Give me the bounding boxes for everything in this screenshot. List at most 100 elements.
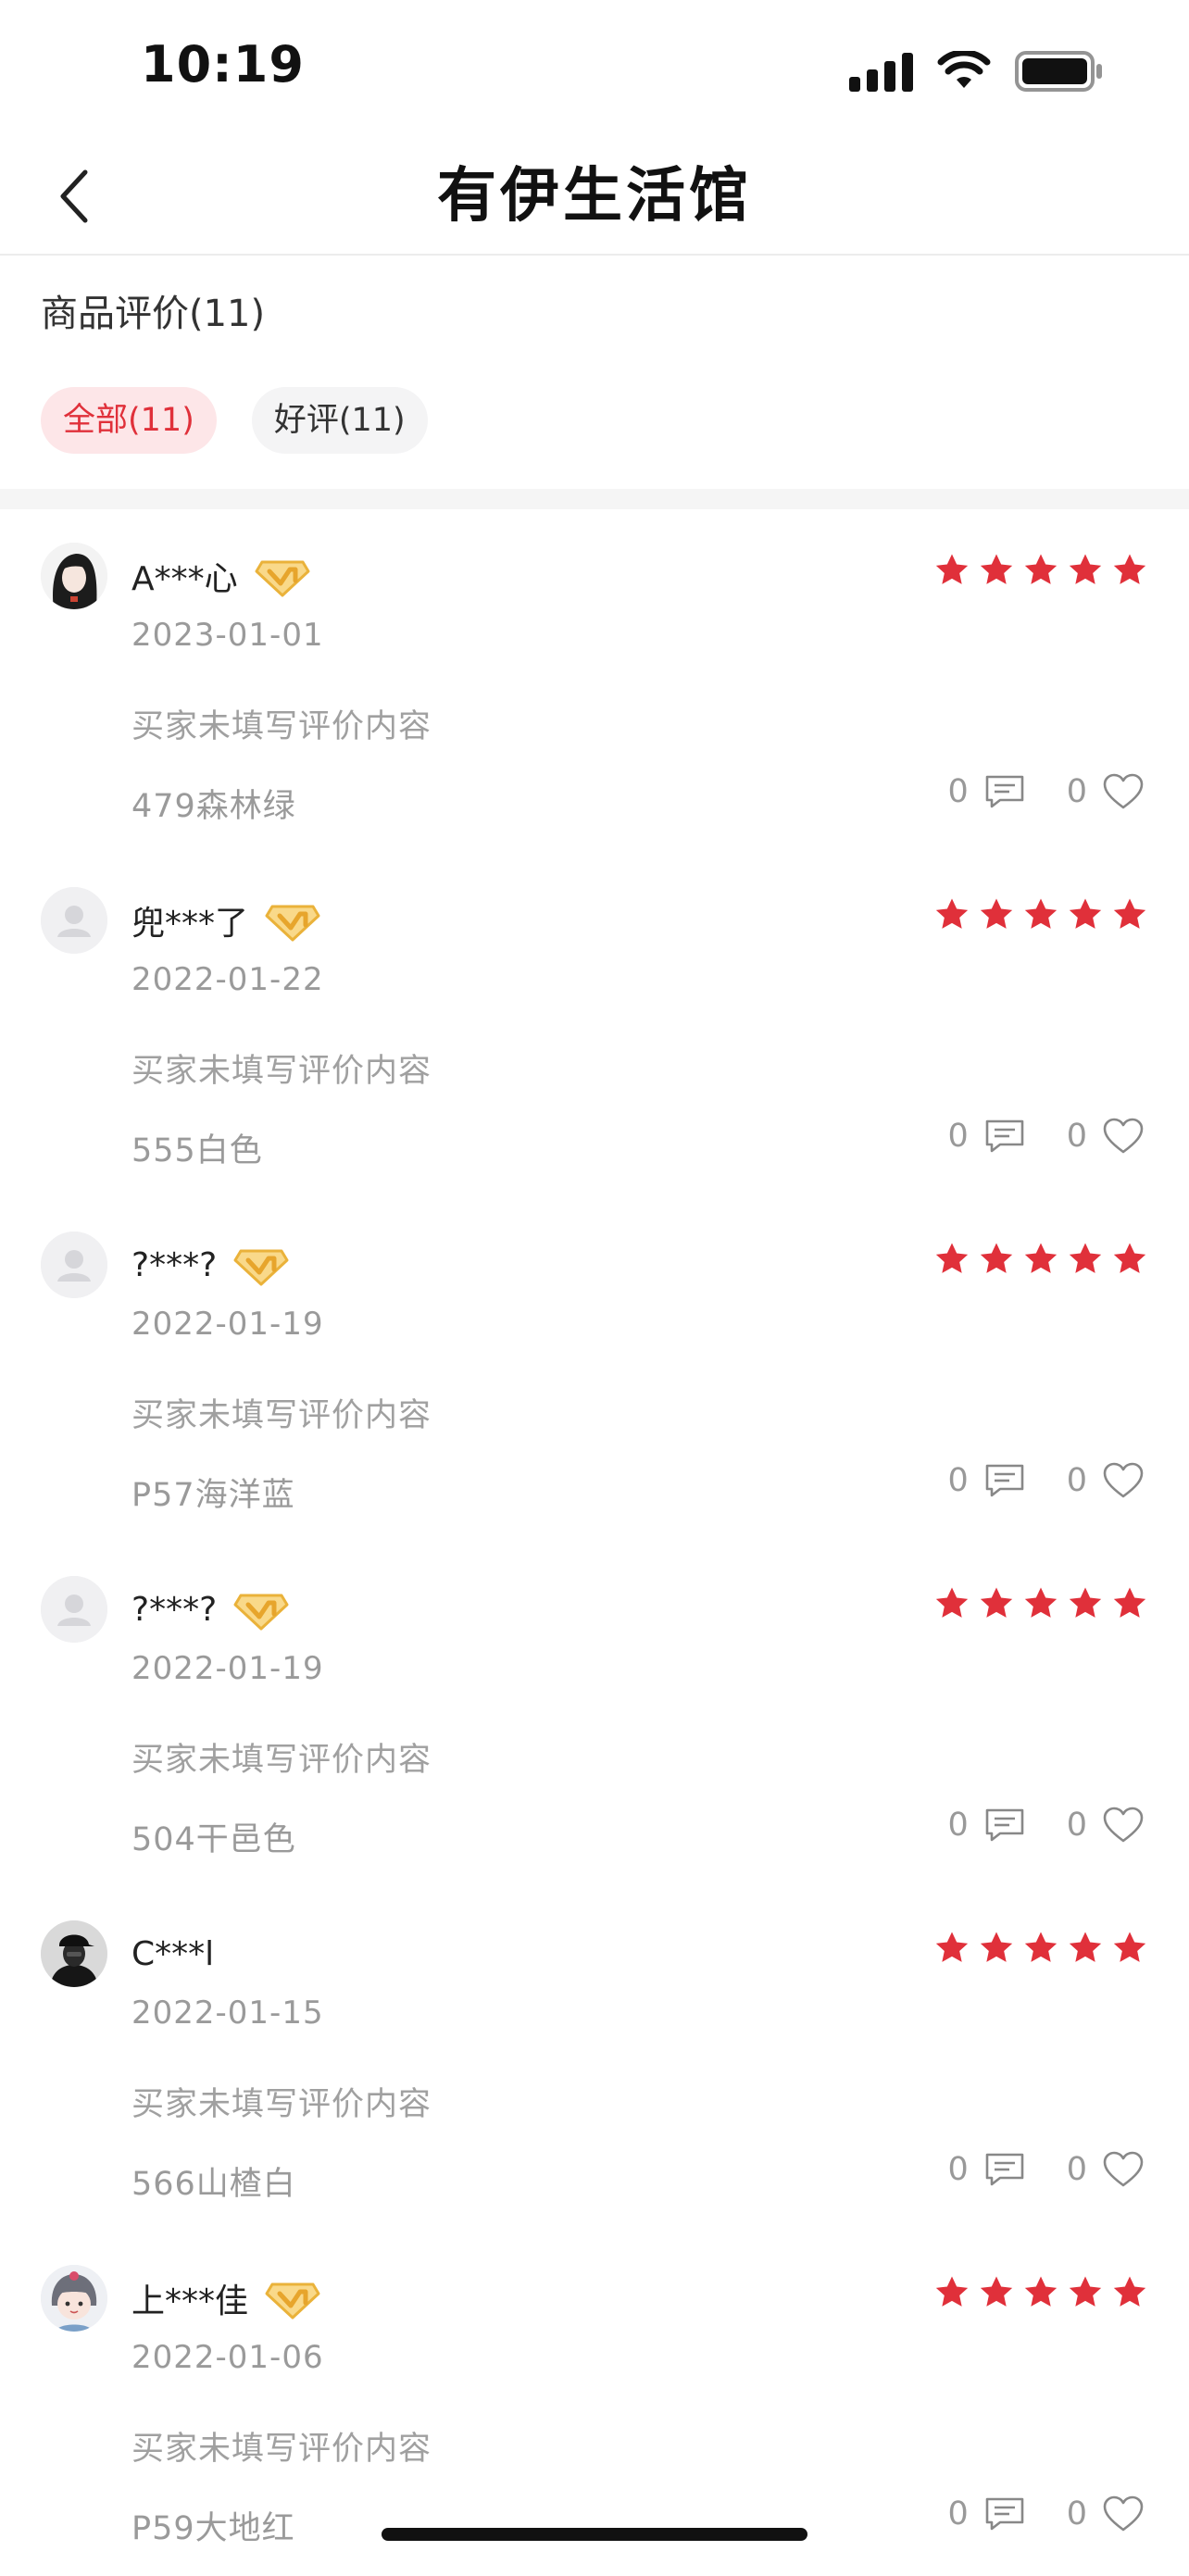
avatar[interactable] [41, 1576, 107, 1643]
vip-badge-icon [265, 2282, 320, 2320]
review-date: 2022-01-06 [131, 2339, 324, 2376]
product-spec: 555白色 [131, 1132, 263, 1169]
heart-icon [1103, 2495, 1144, 2532]
review-date: 2022-01-19 [131, 1306, 324, 1343]
review-actions: 0 0 [947, 2495, 1145, 2533]
star-icon [1069, 1243, 1102, 1273]
star-icon [935, 1243, 969, 1273]
star-icon [1069, 1932, 1102, 1962]
vip-badge-icon [233, 1594, 289, 1631]
star-icon [1113, 554, 1146, 584]
dark-hair-avatar-icon [41, 543, 107, 609]
avatar[interactable] [41, 543, 107, 609]
like-button[interactable]: 0 [1067, 1461, 1145, 1500]
home-indicator[interactable] [382, 2528, 807, 2541]
filter-chip-positive[interactable]: 好评(11) [251, 387, 428, 454]
like-count: 0 [1066, 1462, 1087, 1499]
avatar[interactable] [41, 1920, 107, 1987]
product-spec: 504干邑色 [131, 1821, 296, 1858]
review-content: 买家未填写评价内容 [131, 2431, 432, 2468]
rating-stars [933, 552, 1148, 589]
star-icon [1113, 898, 1146, 929]
avatar[interactable] [41, 1232, 107, 1298]
comment-count: 0 [947, 2151, 969, 2188]
rating-stars [933, 896, 1148, 933]
star-icon [1069, 1587, 1102, 1618]
rating-stars [933, 1930, 1148, 1967]
star-icon [1024, 898, 1058, 929]
comment-icon [985, 775, 1024, 808]
like-button[interactable]: 0 [1067, 772, 1145, 811]
comment-button[interactable]: 0 [947, 1118, 1025, 1155]
star-icon [980, 554, 1013, 584]
cellular-signal-icon [849, 51, 913, 92]
vip-badge-icon [255, 560, 310, 597]
review-date: 2022-01-22 [131, 961, 324, 998]
username-row: C***l [131, 1926, 214, 1982]
review-item: C***l 2022-01-15 买家未填写评价内容 566山楂白 0 0 [0, 1887, 1189, 2232]
username-row: ?***? [131, 1237, 289, 1293]
comment-count: 0 [947, 773, 969, 810]
like-button[interactable]: 0 [1067, 1806, 1145, 1844]
status-bar: 10:19 [0, 0, 1189, 139]
review-actions: 0 0 [947, 772, 1145, 811]
rating-stars [933, 1585, 1148, 1622]
default-avatar-icon [41, 1576, 107, 1643]
comment-button[interactable]: 0 [947, 2495, 1025, 2532]
cap-avatar-icon [41, 1920, 107, 1987]
star-icon [1113, 1932, 1146, 1962]
product-spec: P57海洋蓝 [131, 1477, 295, 1514]
like-button[interactable]: 0 [1067, 1117, 1145, 1156]
status-icons [849, 48, 1104, 94]
rating-stars [933, 2274, 1148, 2311]
star-icon [980, 898, 1013, 929]
star-icon [980, 2276, 1013, 2307]
comment-button[interactable]: 0 [947, 2151, 1025, 2188]
star-icon [980, 1243, 1013, 1273]
star-icon [1024, 554, 1058, 584]
comment-button[interactable]: 0 [947, 1807, 1025, 1844]
star-icon [1024, 1932, 1058, 1962]
comment-button[interactable]: 0 [947, 773, 1025, 810]
navigation-bar: 有伊生活馆 [0, 139, 1189, 256]
cartoon-girl-avatar-icon [41, 2265, 107, 2332]
review-item: ?***? 2022-01-19 买家未填写评价内容 504干邑色 0 0 [0, 1543, 1189, 1887]
reviews-section-title: 商品评价(11) [41, 293, 266, 335]
review-actions: 0 0 [947, 1117, 1145, 1156]
star-icon [980, 1587, 1013, 1618]
review-content: 买家未填写评价内容 [131, 1397, 432, 1434]
username-row: 兜***了 [131, 893, 320, 948]
username: C***l [131, 1934, 215, 1973]
username: 兜***了 [131, 905, 249, 943]
product-spec: 479森林绿 [131, 788, 296, 825]
star-icon [935, 898, 969, 929]
comment-button[interactable]: 0 [947, 1462, 1025, 1499]
heart-icon [1103, 1118, 1144, 1154]
star-icon [1113, 1587, 1146, 1618]
star-icon [935, 1587, 969, 1618]
heart-icon [1103, 1807, 1144, 1843]
review-actions: 0 0 [947, 2150, 1145, 2189]
avatar[interactable] [41, 887, 107, 954]
vip-badge-icon [233, 1249, 289, 1286]
username: ?***? [131, 1590, 218, 1629]
avatar[interactable] [41, 2265, 107, 2332]
username-row: ?***? [131, 1582, 289, 1637]
like-count: 0 [1066, 2151, 1087, 2188]
username: A***心 [131, 560, 238, 598]
star-icon [1024, 2276, 1058, 2307]
review-content: 买家未填写评价内容 [131, 708, 432, 745]
like-count: 0 [1066, 2495, 1087, 2532]
comment-count: 0 [947, 2495, 969, 2532]
star-icon [1069, 898, 1102, 929]
like-button[interactable]: 0 [1067, 2495, 1145, 2533]
review-filter-tabs: 全部(11) 好评(11) [41, 387, 428, 454]
like-button[interactable]: 0 [1067, 2150, 1145, 2189]
review-content: 买家未填写评价内容 [131, 1742, 432, 1779]
username: ?***? [131, 1245, 218, 1284]
like-count: 0 [1066, 1807, 1087, 1844]
heart-icon [1103, 773, 1144, 809]
filter-chip-all[interactable]: 全部(11) [41, 387, 217, 454]
default-avatar-icon [41, 887, 107, 954]
default-avatar-icon [41, 1232, 107, 1298]
